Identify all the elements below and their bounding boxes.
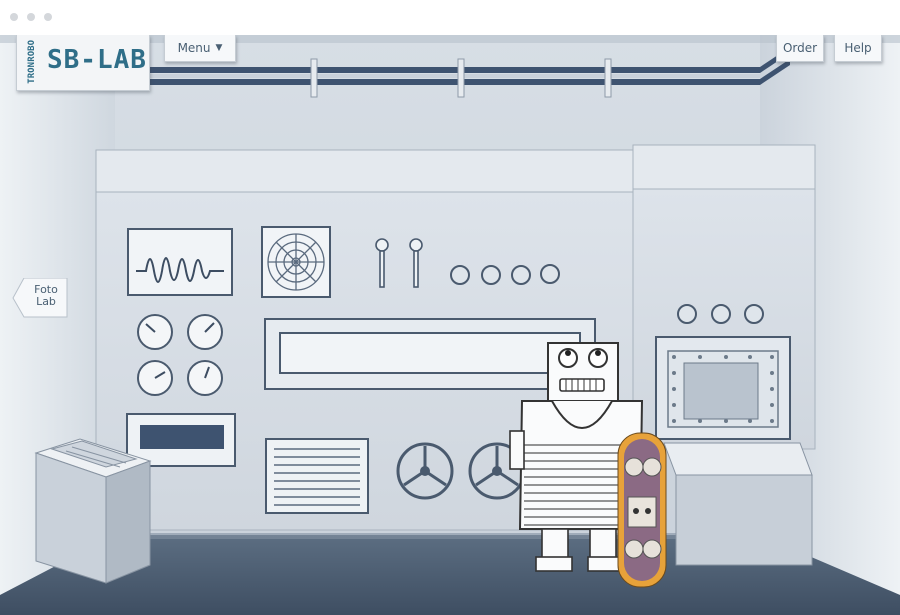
app-window: ROBO TRON SB-LAB Menu ▼ Order Help Foto …	[0, 0, 900, 615]
fotolab-link[interactable]: Foto Lab	[12, 278, 68, 318]
skateboard	[617, 432, 667, 588]
logo-robotron-mark: ROBO TRON	[27, 40, 41, 84]
fotolab-label: Foto Lab	[26, 284, 66, 308]
lab-scene: ROBO TRON SB-LAB Menu ▼ Order Help Foto …	[0, 35, 900, 615]
logo-robo-text: ROBO	[27, 40, 37, 62]
logo-title: SB-LAB	[47, 45, 147, 75]
order-button[interactable]: Order	[776, 35, 824, 62]
fotolab-label-line2: Lab	[36, 295, 56, 308]
window-dot-minimize[interactable]	[27, 13, 35, 21]
help-button[interactable]: Help	[834, 35, 882, 62]
sblab-logo[interactable]: ROBO TRON SB-LAB	[16, 35, 150, 91]
window-dot-close[interactable]	[10, 13, 18, 21]
menu-label: Menu	[177, 41, 211, 55]
caret-down-icon: ▼	[215, 43, 223, 53]
menu-button[interactable]: Menu ▼	[164, 35, 236, 62]
help-label: Help	[844, 41, 872, 55]
lab-illustration	[0, 35, 900, 615]
logo-tron-text: TRON	[27, 62, 37, 84]
window-dot-maximize[interactable]	[44, 13, 52, 21]
browser-chrome	[0, 0, 900, 35]
order-label: Order	[782, 41, 818, 55]
